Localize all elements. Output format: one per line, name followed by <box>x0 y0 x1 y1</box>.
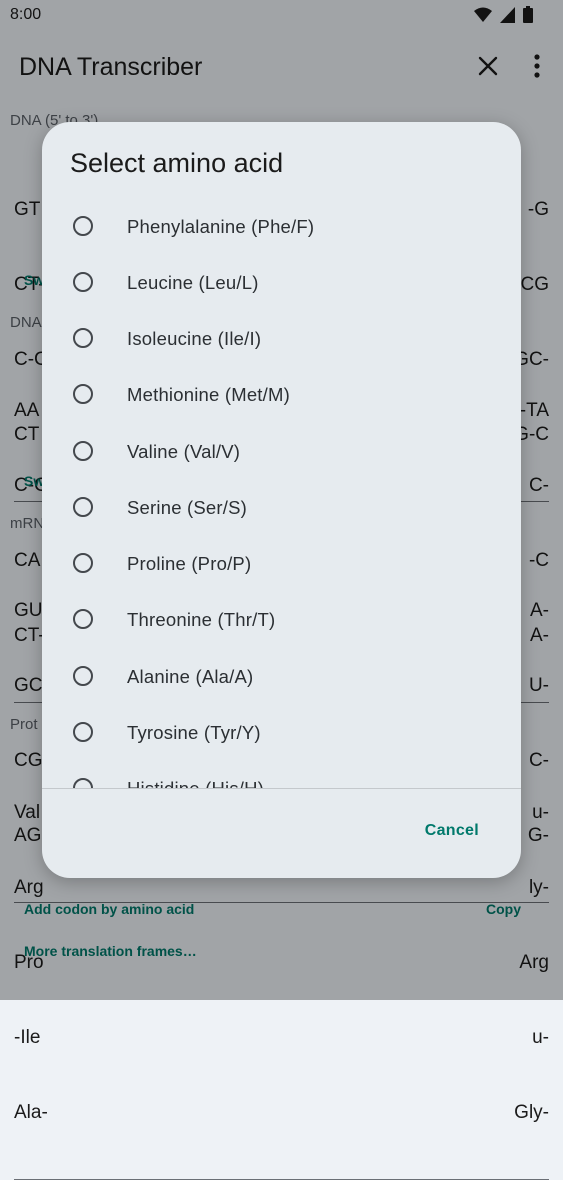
radio-unchecked-icon[interactable] <box>73 722 93 742</box>
radio-unchecked-icon[interactable] <box>73 666 93 686</box>
option-label: Proline (Pro/P) <box>127 553 252 574</box>
radio-unchecked-icon[interactable] <box>73 609 93 629</box>
radio-unchecked-icon[interactable] <box>73 328 93 348</box>
option-label: Threonine (Thr/T) <box>127 609 276 630</box>
radio-unchecked-icon[interactable] <box>73 272 93 292</box>
option-isoleucine[interactable]: Isoleucine (Ile/I) <box>42 312 521 368</box>
option-serine[interactable]: Serine (Ser/S) <box>42 481 521 537</box>
option-label: Methionine (Met/M) <box>127 384 290 405</box>
radio-unchecked-icon[interactable] <box>73 384 93 404</box>
option-histidine[interactable]: Histidine (His/H) <box>42 762 521 788</box>
option-label: Phenylalanine (Phe/F) <box>127 216 315 237</box>
option-label: Tyrosine (Tyr/Y) <box>127 722 261 743</box>
option-threonine[interactable]: Threonine (Thr/T) <box>42 593 521 649</box>
option-label: Serine (Ser/S) <box>127 497 248 518</box>
option-label: Alanine (Ala/A) <box>127 666 254 687</box>
radio-unchecked-icon[interactable] <box>73 778 93 788</box>
dialog-divider <box>42 788 521 789</box>
amino-acid-option-list[interactable]: Phenylalanine (Phe/F) Leucine (Leu/L) Is… <box>42 200 521 788</box>
option-leucine[interactable]: Leucine (Leu/L) <box>42 256 521 312</box>
amino-acid-dialog: Select amino acid Phenylalanine (Phe/F) … <box>42 122 521 878</box>
option-label: Valine (Val/V) <box>127 441 241 462</box>
radio-unchecked-icon[interactable] <box>73 553 93 573</box>
option-methionine[interactable]: Methionine (Met/M) <box>42 368 521 424</box>
radio-unchecked-icon[interactable] <box>73 216 93 236</box>
radio-unchecked-icon[interactable] <box>73 497 93 517</box>
option-tyrosine[interactable]: Tyrosine (Tyr/Y) <box>42 706 521 762</box>
option-alanine[interactable]: Alanine (Ala/A) <box>42 650 521 706</box>
cancel-button[interactable]: Cancel <box>425 822 479 840</box>
option-label: Isoleucine (Ile/I) <box>127 328 262 349</box>
option-label: Histidine (His/H) <box>127 778 264 788</box>
option-phenylalanine[interactable]: Phenylalanine (Phe/F) <box>42 200 521 256</box>
dialog-title: Select amino acid <box>70 148 284 178</box>
option-proline[interactable]: Proline (Pro/P) <box>42 537 521 593</box>
option-label: Leucine (Leu/L) <box>127 272 259 293</box>
radio-unchecked-icon[interactable] <box>73 441 93 461</box>
option-valine[interactable]: Valine (Val/V) <box>42 425 521 481</box>
